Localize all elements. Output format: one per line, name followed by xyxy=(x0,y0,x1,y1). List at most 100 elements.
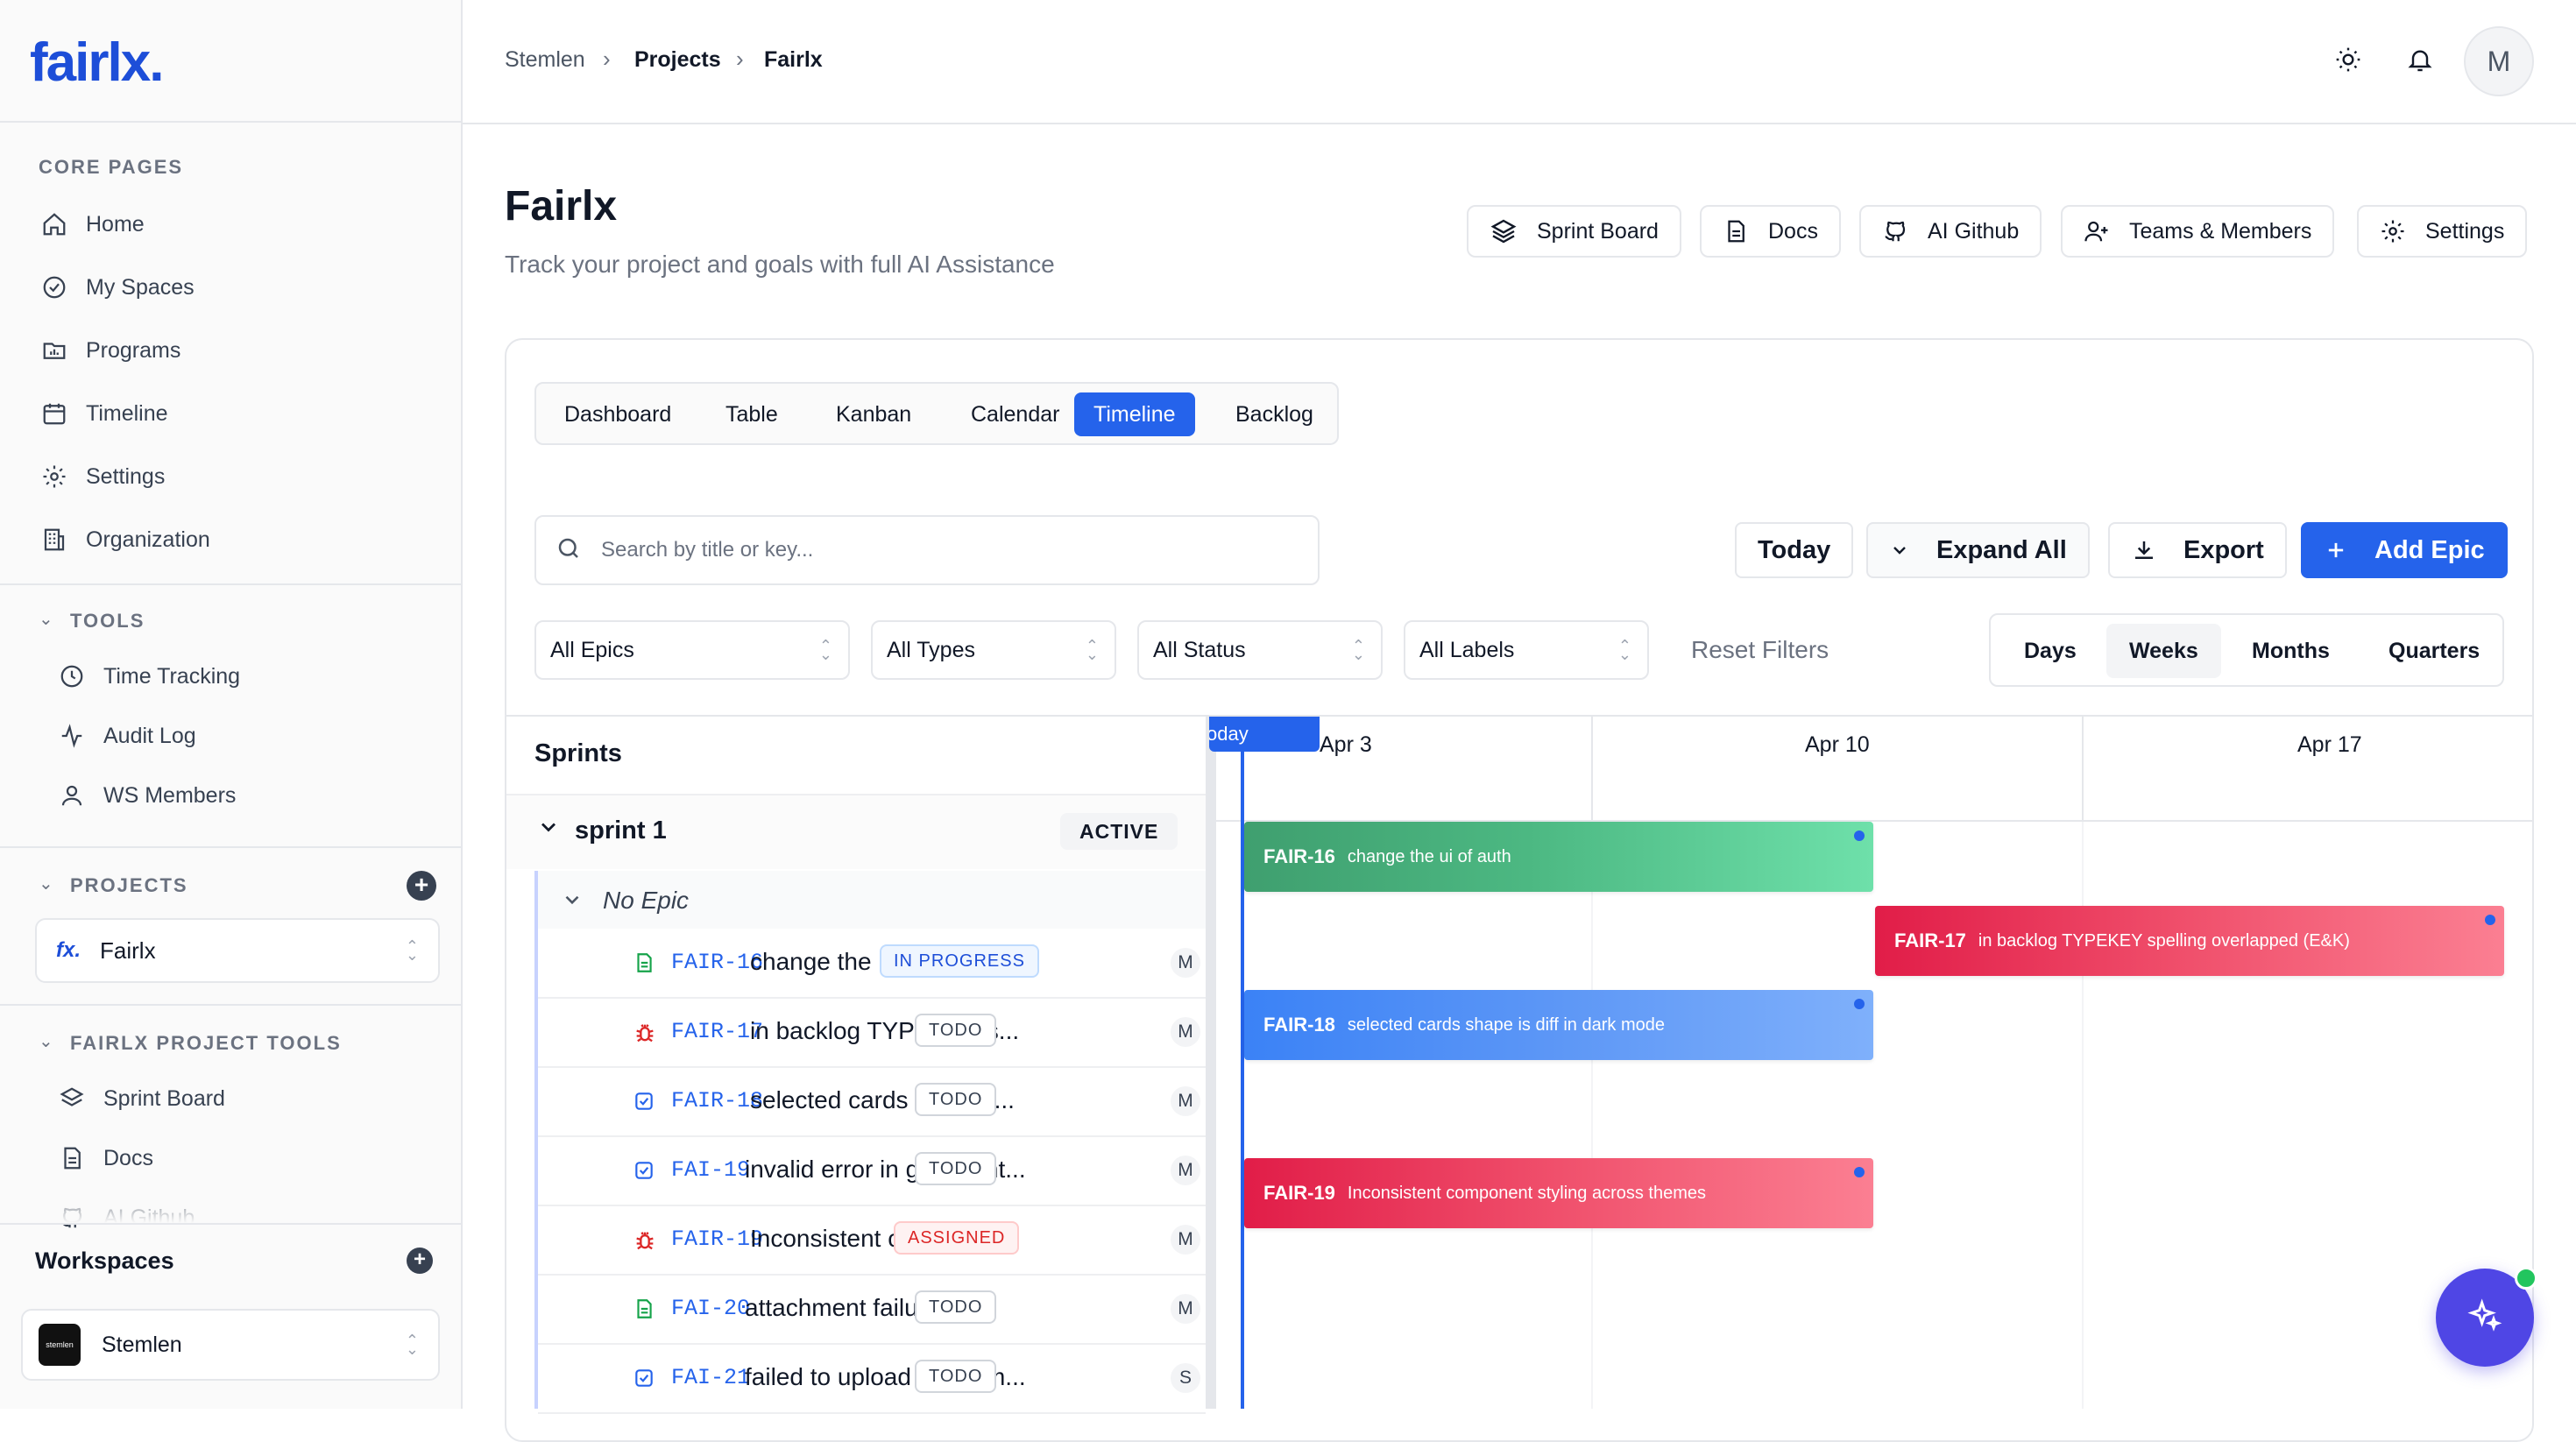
assignee-avatar[interactable]: M xyxy=(1171,1294,1200,1324)
projects-title[interactable]: PROJECTS xyxy=(70,874,188,897)
tab-dashboard[interactable]: Dashboard xyxy=(545,392,690,436)
status-badge[interactable]: TODO xyxy=(915,1290,997,1324)
sprint-board-button[interactable]: Sprint Board xyxy=(1467,205,1681,258)
chevron-down-icon[interactable]: ⌄ xyxy=(39,873,53,894)
tab-kanban[interactable]: Kanban xyxy=(817,392,931,436)
tab-backlog[interactable]: Backlog xyxy=(1216,392,1333,436)
divider xyxy=(1591,717,1593,820)
expand-all-button[interactable]: Expand All xyxy=(1866,522,2090,578)
chevron-down-icon[interactable]: ⌄ xyxy=(39,1030,53,1052)
resize-handle[interactable] xyxy=(1854,999,1865,1009)
add-project-button[interactable]: + xyxy=(407,871,436,901)
theme-toggle-button[interactable] xyxy=(2329,42,2367,81)
add-workspace-button[interactable]: + xyxy=(407,1248,433,1274)
scale-quarters[interactable]: Quarters xyxy=(2366,624,2502,678)
task-row[interactable]: FAI-21 failed to upload attachm... TODO S xyxy=(538,1346,1206,1410)
sidebar-item-ws-members[interactable]: WS Members xyxy=(56,773,236,818)
ai-github-button[interactable]: AI Github xyxy=(1859,205,2042,258)
tab-timeline[interactable]: Timeline xyxy=(1074,392,1195,436)
notifications-button[interactable] xyxy=(2401,42,2439,81)
resize-handle[interactable] xyxy=(1854,1167,1865,1177)
docs-button[interactable]: Docs xyxy=(1700,205,1841,258)
timeline-bar[interactable]: FAIR-17 in backlog TYPEKEY spelling over… xyxy=(1875,906,2504,976)
scale-months[interactable]: Months xyxy=(2229,624,2353,678)
sidebar-item-timeline[interactable]: Timeline xyxy=(39,391,168,436)
chevron-down-icon[interactable] xyxy=(561,888,584,917)
status-badge[interactable]: IN PROGRESS xyxy=(880,944,1039,978)
sidebar-item-label: Organization xyxy=(86,527,210,552)
scale-weeks[interactable]: Weeks xyxy=(2106,624,2221,678)
status-badge[interactable]: TODO xyxy=(915,1152,997,1185)
today-button[interactable]: Today xyxy=(1735,522,1854,578)
label-filter-select[interactable]: All Labels ⌃ ⌄ xyxy=(1404,620,1649,680)
assignee-avatar[interactable]: M xyxy=(1171,1017,1200,1047)
sidebar-item-audit-log[interactable]: Audit Log xyxy=(56,713,196,759)
app-logo[interactable]: fairlx. xyxy=(30,32,164,94)
resize-handle[interactable] xyxy=(1854,831,1865,841)
divider xyxy=(538,1274,1206,1276)
tools-title[interactable]: TOOLS xyxy=(70,610,145,633)
epic-filter-select[interactable]: All Epics ⌃ ⌄ xyxy=(534,620,850,680)
document-icon xyxy=(56,1142,88,1174)
assignee-avatar[interactable]: M xyxy=(1171,1225,1200,1255)
status-badge[interactable]: TODO xyxy=(915,1360,997,1393)
status-filter-select[interactable]: All Status ⌃ ⌄ xyxy=(1137,620,1383,680)
project-select[interactable]: fx. Fairlx ⌃ ⌄ xyxy=(35,918,440,983)
assignee-avatar[interactable]: M xyxy=(1171,948,1200,978)
breadcrumb-item[interactable]: Stemlen xyxy=(505,47,585,73)
sidebar: fairlx. CORE PAGES Home My Spaces Progra… xyxy=(0,0,463,1409)
search-input[interactable] xyxy=(599,537,1283,563)
user-avatar[interactable]: M xyxy=(2464,26,2534,96)
workspace-select[interactable]: stemlen Stemlen ⌃ ⌄ xyxy=(21,1309,440,1381)
status-badge[interactable]: ASSIGNED xyxy=(894,1221,1020,1255)
assignee-avatar[interactable]: M xyxy=(1171,1156,1200,1185)
add-epic-button[interactable]: Add Epic xyxy=(2301,522,2508,578)
chevron-down-icon[interactable]: ⌄ xyxy=(39,608,53,630)
sidebar-item-sprint-board[interactable]: Sprint Board xyxy=(56,1076,225,1121)
task-row[interactable]: FAIR-16 change the ui of ... IN PROGRESS M xyxy=(538,930,1206,995)
task-row[interactable]: FAIR-19 Inconsistent compo... ASSIGNED M xyxy=(538,1207,1206,1272)
type-filter-select[interactable]: All Types ⌃ ⌄ xyxy=(871,620,1116,680)
sidebar-item-label: Timeline xyxy=(86,400,168,426)
task-row[interactable]: FAI-20 attachment failure TODO M xyxy=(538,1276,1206,1341)
resize-handle[interactable] xyxy=(2485,915,2495,925)
view-tabs: Dashboard Table Kanban Calendar Timeline… xyxy=(534,382,1339,445)
sidebar-item-my-spaces[interactable]: My Spaces xyxy=(39,265,195,310)
timeline-bar[interactable]: FAIR-18 selected cards shape is diff in … xyxy=(1244,990,1873,1060)
task-key[interactable]: FAI-19 xyxy=(671,1157,750,1183)
sidebar-item-home[interactable]: Home xyxy=(39,201,145,247)
reset-filters-button[interactable]: Reset Filters xyxy=(1691,636,1829,664)
teams-members-button[interactable]: Teams & Members xyxy=(2061,205,2335,258)
sidebar-item-docs[interactable]: Docs xyxy=(56,1135,153,1181)
breadcrumb-item[interactable]: Projects xyxy=(634,47,721,73)
project-tools-title[interactable]: FAIRLX PROJECT TOOLS xyxy=(70,1032,342,1055)
settings-button[interactable]: Settings xyxy=(2357,205,2528,258)
sidebar-item-time-tracking[interactable]: Time Tracking xyxy=(56,654,240,699)
task-row[interactable]: FAI-19 invalid error in github int... TODO… xyxy=(538,1138,1206,1203)
task-key[interactable]: FAI-21 xyxy=(671,1365,750,1390)
export-button[interactable]: Export xyxy=(2108,522,2287,578)
scale-days[interactable]: Days xyxy=(2001,624,2099,678)
divider xyxy=(2082,717,2084,820)
status-badge[interactable]: TODO xyxy=(915,1083,997,1116)
timeline-bar[interactable]: FAIR-19 Inconsistent component styling a… xyxy=(1244,1158,1873,1228)
task-title[interactable]: attachment failure xyxy=(745,1294,940,1322)
sidebar-item-settings[interactable]: Settings xyxy=(39,454,165,499)
task-key[interactable]: FAI-20 xyxy=(671,1296,750,1321)
status-badge[interactable]: TODO xyxy=(915,1014,997,1047)
tab-table[interactable]: Table xyxy=(706,392,797,436)
assignee-avatar[interactable]: S xyxy=(1171,1363,1200,1393)
sidebar-item-label: Time Tracking xyxy=(103,663,241,689)
sidebar-item-organization[interactable]: Organization xyxy=(39,517,210,562)
sidebar-item-label: Home xyxy=(86,211,145,237)
document-icon xyxy=(633,1297,657,1322)
chevron-down-icon[interactable] xyxy=(536,815,561,845)
assignee-avatar[interactable]: M xyxy=(1171,1086,1200,1116)
panel-resize-handle[interactable] xyxy=(1206,717,1216,1409)
task-row[interactable]: FAIR-18 selected cards shape i... TODO M xyxy=(538,1069,1206,1134)
task-row[interactable]: FAIR-17 in backlog TYPEKEY s... TODO M xyxy=(538,1000,1206,1064)
sidebar-item-programs[interactable]: Programs xyxy=(39,328,180,373)
tab-calendar[interactable]: Calendar xyxy=(952,392,1079,436)
timeline-bar[interactable]: FAIR-16 change the ui of auth xyxy=(1244,822,1873,892)
button-label: AI Github xyxy=(1928,218,2020,244)
